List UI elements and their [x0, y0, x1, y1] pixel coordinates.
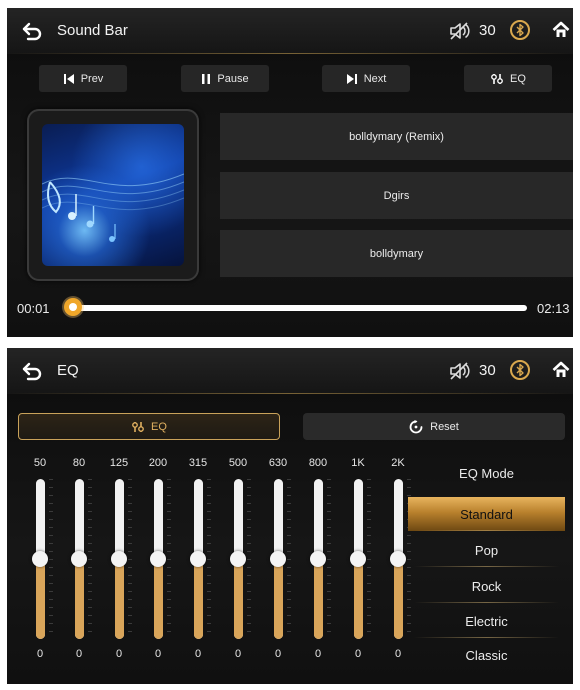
eq-band-scale: [167, 479, 171, 639]
next-label: Next: [363, 72, 387, 85]
eq-band-scale: [207, 479, 211, 639]
volume-level: 30: [479, 22, 496, 39]
volume-level: 30: [479, 362, 496, 379]
pause-icon: [202, 73, 211, 84]
eq-band-fill: [273, 559, 283, 639]
eq-mode-pop[interactable]: Pop: [408, 533, 565, 567]
home-icon[interactable]: [552, 21, 570, 39]
eq-band-frequency: 500: [228, 457, 248, 469]
album-name: bolldymary: [220, 230, 573, 277]
elapsed-time: 00:01: [17, 301, 50, 316]
eq-band-frequency: 315: [188, 457, 208, 469]
eq-band-frequency: 200: [148, 457, 168, 469]
eq-band-knob[interactable]: [310, 551, 326, 567]
eq-band-frequency: 125: [109, 457, 129, 469]
top-bar: Sound Bar 30: [7, 8, 573, 54]
eq-band-frequency: 630: [268, 457, 288, 469]
eq-band-fill: [35, 559, 45, 639]
eq-band-knob[interactable]: [71, 551, 87, 567]
eq-band-gain: 0: [154, 648, 162, 660]
eq-band-knob[interactable]: [111, 551, 127, 567]
eq-band-fill: [393, 559, 403, 639]
eq-screen: EQ 30 EQ Reset 50 0 80 0 125 0 200 0 315 0 500 0 630…: [7, 348, 573, 684]
artist-name: Dgirs: [220, 172, 573, 219]
eq-band-gain: 0: [75, 648, 83, 660]
eq-sliders-icon: [132, 421, 144, 432]
reset-label: Reset: [430, 420, 459, 433]
eq-band-gain: 0: [354, 648, 362, 660]
eq-band-scale: [88, 479, 92, 639]
eq-band-fill: [114, 559, 124, 639]
eq-band-frequency: 800: [308, 457, 328, 469]
eq-band-frequency: 80: [72, 457, 86, 469]
album-cover-art: [42, 124, 184, 266]
music-notes-art: [42, 173, 184, 242]
back-arrow-icon[interactable]: [21, 21, 43, 41]
mute-icon[interactable]: [448, 361, 470, 381]
eq-label: EQ: [510, 72, 526, 85]
eq-band-scale: [287, 479, 291, 639]
bluetooth-icon[interactable]: [510, 360, 530, 380]
eq-button[interactable]: EQ: [464, 65, 552, 92]
eq-band-fill: [233, 559, 243, 639]
eq-mode-standard[interactable]: Standard: [408, 497, 565, 531]
eq-mode-electric[interactable]: Electric: [408, 604, 565, 638]
page-title: Sound Bar: [57, 22, 128, 39]
eq-band-fill: [193, 559, 203, 639]
eq-band-fill: [353, 559, 363, 639]
prev-button[interactable]: Prev: [39, 65, 127, 92]
eq-mode-title: EQ Mode: [459, 466, 514, 481]
pause-label: Pause: [217, 72, 249, 85]
eq-mode-classic[interactable]: Classic: [408, 638, 565, 672]
progress-knob[interactable]: [63, 298, 82, 316]
song-title: bolldymary (Remix): [220, 113, 573, 160]
prev-icon: [63, 73, 74, 84]
top-bar: EQ 30: [7, 348, 573, 394]
next-button[interactable]: Next: [322, 65, 410, 92]
progress-bar[interactable]: [69, 305, 527, 311]
pause-button[interactable]: Pause: [181, 65, 269, 92]
eq-mode-rock[interactable]: Rock: [408, 569, 565, 603]
back-arrow-icon[interactable]: [21, 361, 43, 381]
eq-band-knob[interactable]: [270, 551, 286, 567]
eq-band-knob[interactable]: [32, 551, 48, 567]
eq-band-gain: 0: [314, 648, 322, 660]
eq-band-scale: [327, 479, 331, 639]
eq-band-scale: [247, 479, 251, 639]
prev-label: Prev: [80, 72, 104, 85]
eq-band-fill: [313, 559, 323, 639]
bluetooth-icon[interactable]: [510, 20, 530, 40]
total-duration: 02:13: [537, 301, 570, 316]
eq-band-knob[interactable]: [230, 551, 246, 567]
eq-band-knob[interactable]: [350, 551, 366, 567]
eq-band-gain: 0: [36, 648, 44, 660]
eq-band-frequency: 50: [33, 457, 47, 469]
eq-band-knob[interactable]: [390, 551, 406, 567]
eq-band-fill: [74, 559, 84, 639]
reset-icon: [409, 419, 423, 433]
reset-button[interactable]: Reset: [303, 413, 565, 440]
eq-band-scale: [128, 479, 132, 639]
mute-icon[interactable]: [448, 21, 470, 41]
eq-band-knob[interactable]: [150, 551, 166, 567]
eq-band-gain: 0: [274, 648, 282, 660]
page-title: EQ: [57, 362, 79, 379]
eq-tab[interactable]: EQ: [18, 413, 280, 440]
eq-tab-label: EQ: [151, 420, 167, 433]
eq-band-scale: [367, 479, 371, 639]
eq-band-knob[interactable]: [190, 551, 206, 567]
home-icon[interactable]: [552, 361, 570, 379]
sound-bar-screen: Sound Bar 30 Prev Pause Next EQ bolldyma…: [7, 8, 573, 337]
next-icon: [346, 73, 357, 84]
eq-band-gain: 0: [194, 648, 202, 660]
eq-band-gain: 0: [234, 648, 242, 660]
eq-sliders-icon: [491, 73, 503, 84]
eq-band-fill: [153, 559, 163, 639]
eq-band-gain: 0: [115, 648, 123, 660]
eq-band-scale: [49, 479, 53, 639]
eq-band-frequency: 1K: [351, 457, 365, 469]
album-cover-frame: [27, 109, 199, 281]
